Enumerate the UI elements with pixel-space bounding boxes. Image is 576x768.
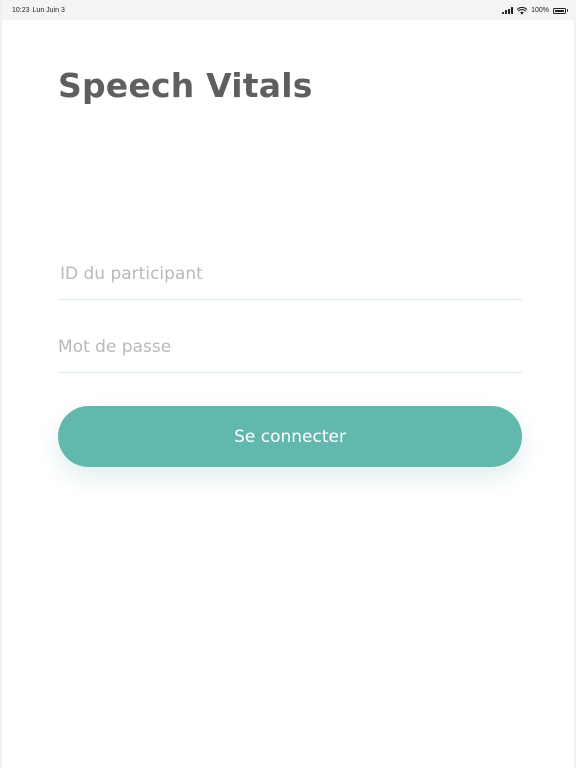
status-time: 10:23	[12, 7, 30, 14]
participant-id-input[interactable]	[58, 248, 522, 300]
status-bar-right: 100%	[502, 6, 568, 15]
battery-icon	[553, 7, 568, 14]
status-bar: 10:23 Lun Juin 3 100%	[2, 0, 576, 20]
app-screen: 10:23 Lun Juin 3 100% Speech Vitals ID d…	[0, 0, 576, 768]
password-input[interactable]	[58, 322, 522, 373]
app-title: Speech Vitals	[58, 66, 313, 105]
battery-tip	[566, 9, 568, 12]
battery-fill	[555, 9, 564, 12]
battery-body	[553, 7, 566, 14]
wifi-icon	[517, 6, 528, 15]
battery-percentage: 100%	[531, 7, 549, 14]
cellular-signal-icon	[502, 7, 514, 14]
login-button[interactable]: Se connecter	[58, 406, 522, 467]
status-bar-left: 10:23 Lun Juin 3	[12, 6, 65, 14]
status-date: Lun Juin 3	[32, 7, 65, 14]
